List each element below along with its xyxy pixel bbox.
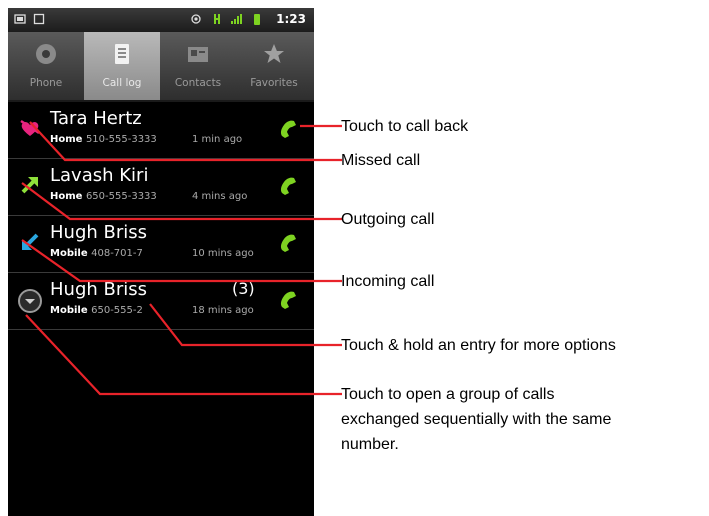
leader-missed [29, 121, 342, 162]
callout-incoming: Incoming call [341, 273, 435, 290]
leader-hold [149, 303, 342, 347]
callout-group-line2: exchanged sequentially with the same [341, 411, 612, 428]
callout-outgoing: Outgoing call [341, 211, 435, 228]
callout-group-line1: Touch to open a group of calls [341, 386, 555, 403]
callout-group-line3: number. [341, 436, 399, 453]
leader-group [25, 314, 342, 396]
leader-incoming [21, 239, 342, 283]
callout-call-back: Touch to call back [341, 118, 469, 135]
callout-missed: Missed call [341, 152, 421, 169]
callout-hold: Touch & hold an entry for more options [341, 337, 616, 354]
leader-outgoing [21, 182, 342, 221]
